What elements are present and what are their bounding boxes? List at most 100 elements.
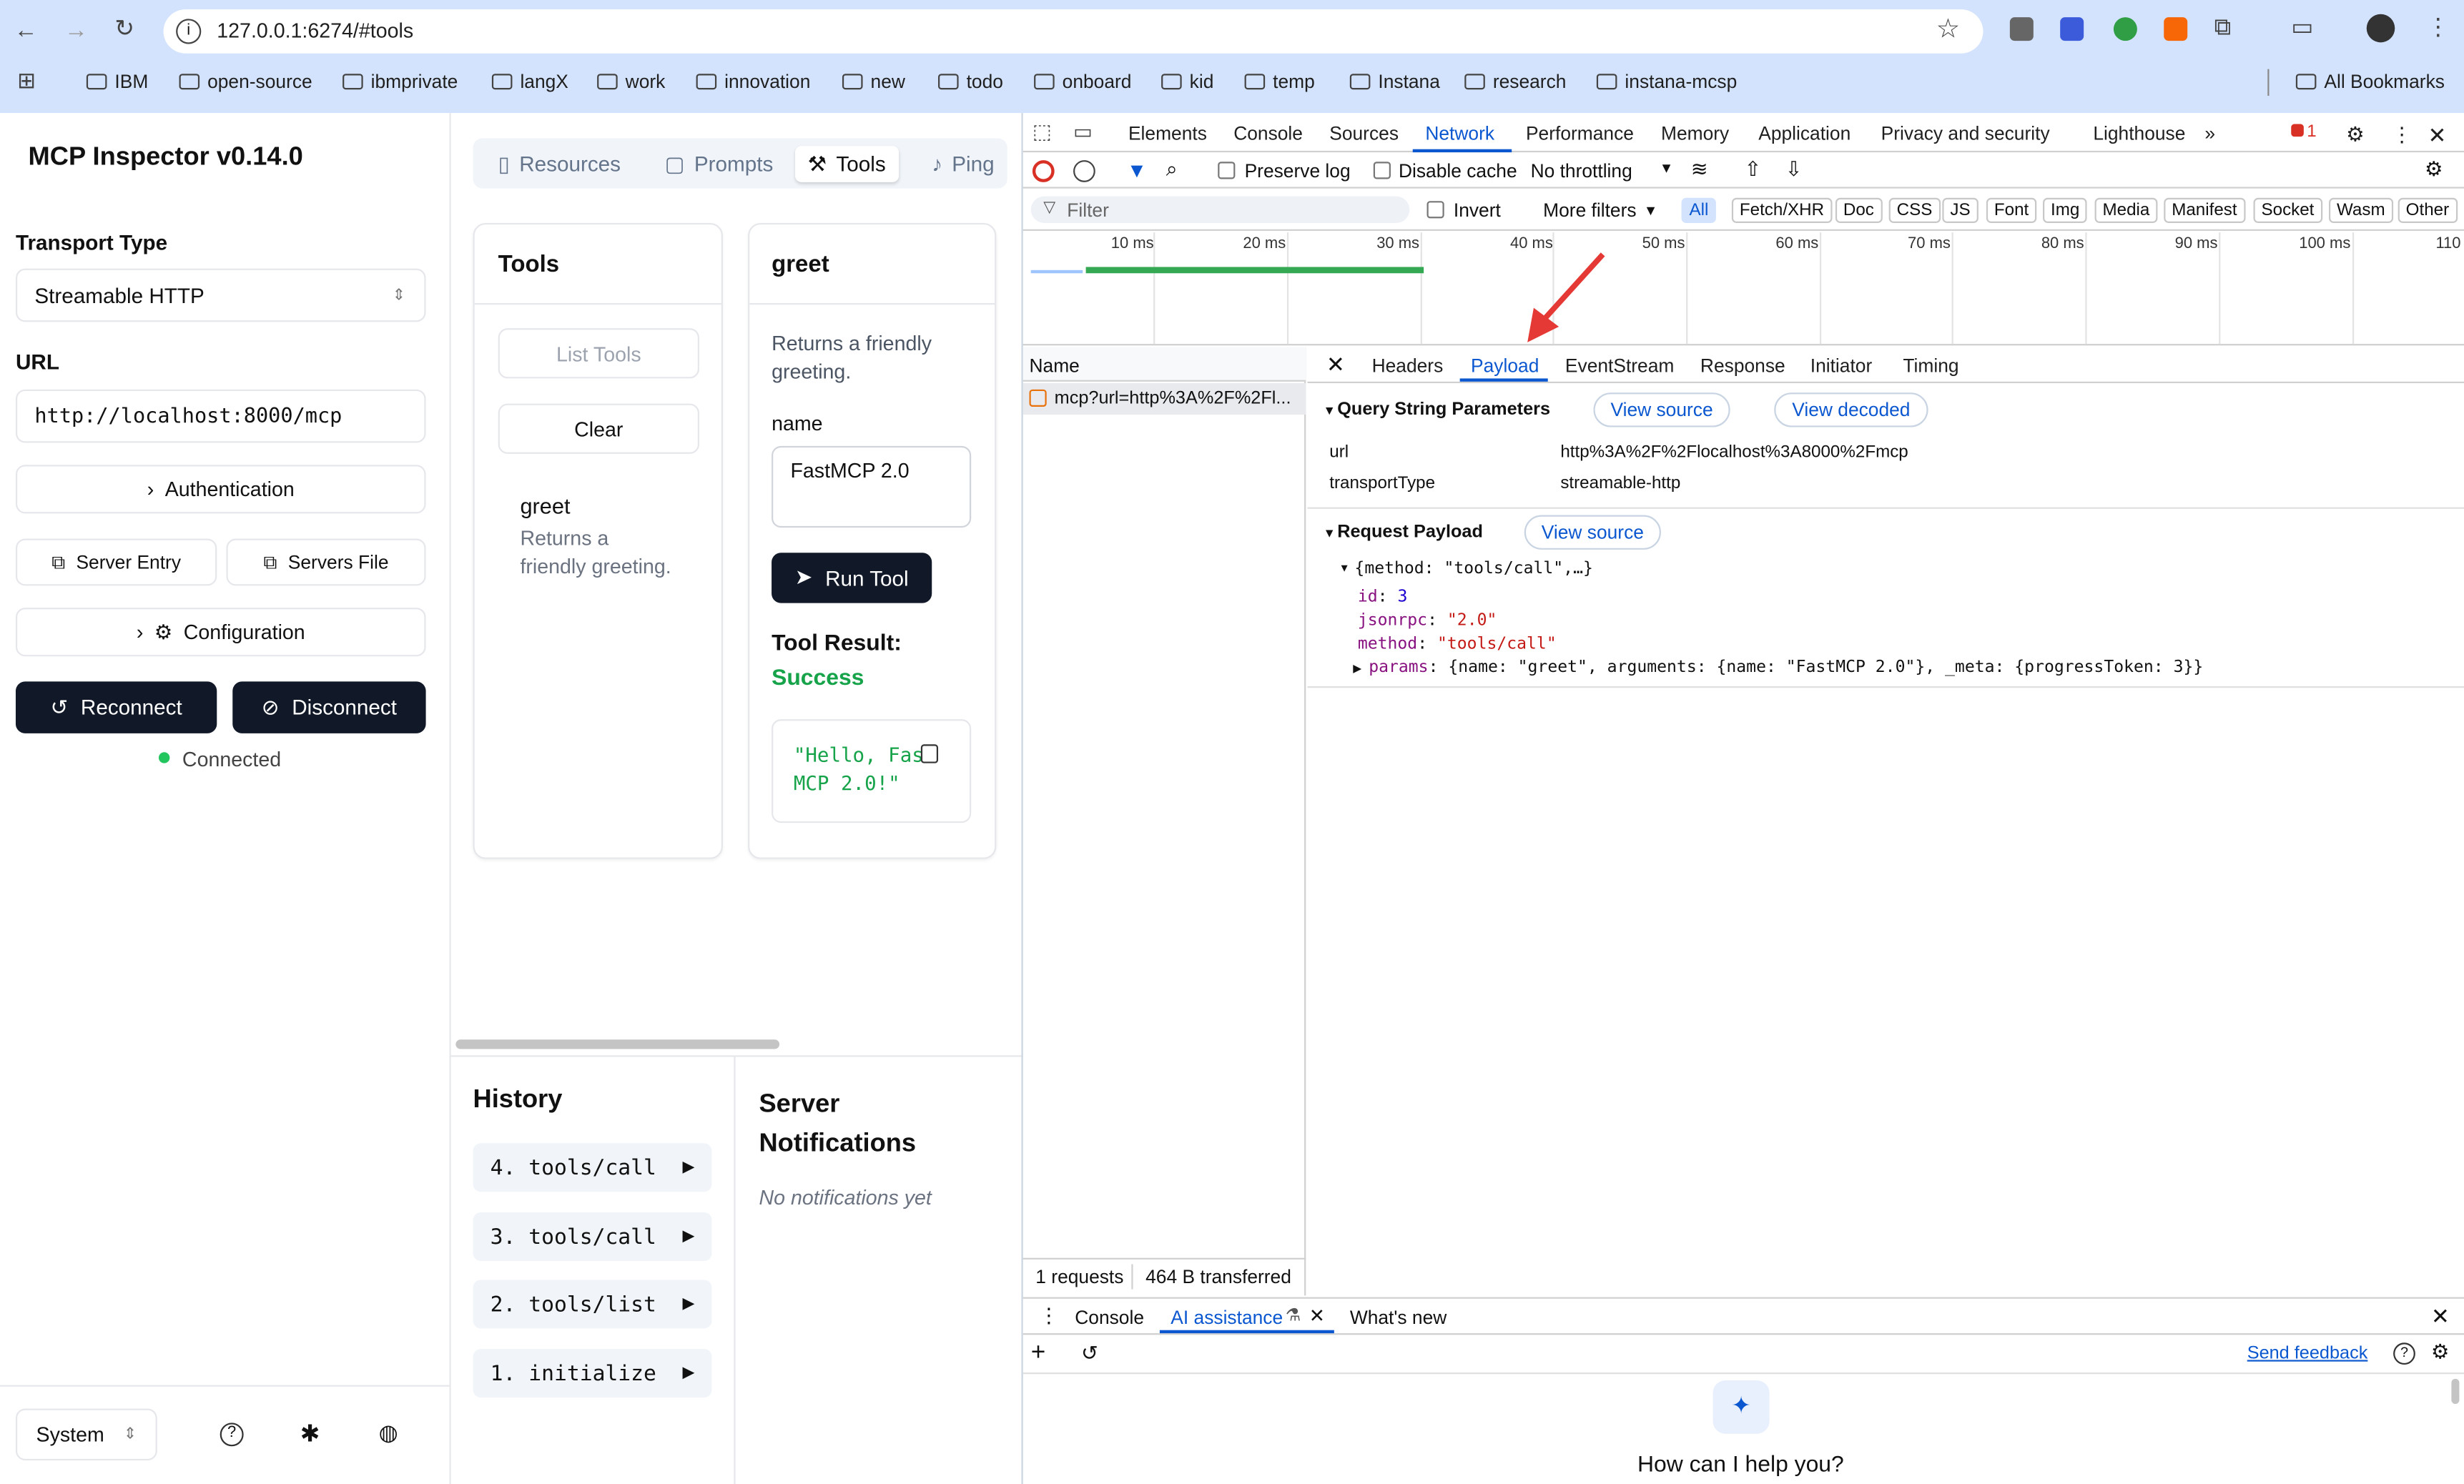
- transport-select[interactable]: Streamable HTTP ⇕: [15, 268, 426, 322]
- expand-caret-icon[interactable]: ▼: [1339, 564, 1349, 575]
- extension-metamask-icon[interactable]: [2164, 17, 2188, 41]
- detail-tab-headers[interactable]: Headers: [1372, 355, 1444, 377]
- history-item[interactable]: 3. tools/call ▶: [473, 1212, 712, 1262]
- timeline-overview[interactable]: [1022, 229, 2464, 346]
- bookmark-folder[interactable]: work: [597, 71, 665, 93]
- inspect-element-icon[interactable]: ⬚: [1033, 121, 1052, 142]
- new-chat-plus-icon[interactable]: +: [1031, 1340, 1046, 1368]
- device-toolbar-icon[interactable]: ▭: [1073, 121, 1093, 142]
- network-conditions-icon[interactable]: ≋: [1691, 157, 1708, 182]
- puzzle-extensions-icon[interactable]: ⧉: [2214, 16, 2232, 39]
- github-icon[interactable]: ◍: [379, 1420, 398, 1446]
- copy-icon[interactable]: [920, 744, 939, 763]
- extension-docs-icon[interactable]: [2060, 17, 2084, 41]
- devtools-tab-application[interactable]: Application: [1758, 122, 1851, 144]
- throttling-select[interactable]: No throttling: [1531, 160, 1632, 182]
- clear-log-icon[interactable]: [1073, 160, 1095, 182]
- invert-checkbox[interactable]: [1426, 201, 1444, 219]
- filter-chip-manifest[interactable]: Manifest: [2164, 197, 2245, 223]
- bookmark-folder[interactable]: instana-mcsp: [1596, 71, 1737, 93]
- back-arrow-icon[interactable]: ←: [14, 19, 38, 42]
- horizontal-scrollbar[interactable]: [455, 1039, 780, 1049]
- expand-caret-icon[interactable]: ▶: [1353, 663, 1361, 675]
- record-stop-icon[interactable]: [1032, 160, 1055, 182]
- filter-funnel-icon[interactable]: ▼: [1127, 159, 1147, 182]
- close-detail-icon[interactable]: ✕: [1326, 352, 1345, 378]
- qsp-section-title[interactable]: Query String Parameters: [1337, 400, 1550, 419]
- devtools-tab-sources[interactable]: Sources: [1329, 122, 1399, 144]
- tab-ping[interactable]: ♪ Ping: [920, 146, 1007, 182]
- devtools-tab-performance[interactable]: Performance: [1526, 122, 1634, 144]
- bookmark-folder[interactable]: innovation: [696, 71, 810, 93]
- kebab-menu-icon[interactable]: ⋮: [2392, 122, 2413, 147]
- apps-grid-icon[interactable]: ⊞: [17, 69, 36, 91]
- filter-chip-img[interactable]: Img: [2043, 197, 2088, 223]
- devtools-tab-lighthouse[interactable]: Lighthouse: [2093, 122, 2185, 144]
- url-text[interactable]: 127.0.0.1:6274/#tools: [217, 19, 413, 42]
- bookmark-folder[interactable]: todo: [938, 71, 1003, 93]
- bookmark-folder[interactable]: onboard: [1034, 71, 1131, 93]
- devtools-tab-privacy[interactable]: Privacy and security: [1881, 122, 2050, 144]
- payload-summary[interactable]: {method: "tools/call",…}: [1354, 559, 1592, 578]
- drawer-tab-console[interactable]: Console: [1075, 1307, 1144, 1329]
- kebab-menu-icon[interactable]: ⋮: [2426, 16, 2450, 39]
- disable-cache-checkbox[interactable]: [1373, 162, 1391, 179]
- network-settings-icon[interactable]: ⚙: [2425, 157, 2443, 182]
- name-column-header[interactable]: Name: [1029, 355, 1079, 377]
- servers-file-button[interactable]: ⧉ Servers File: [226, 538, 426, 586]
- settings-gear-icon[interactable]: ⚙: [2346, 122, 2365, 147]
- more-filters-button[interactable]: More filters: [1543, 199, 1636, 222]
- bug-icon[interactable]: ✱: [300, 1420, 320, 1448]
- run-tool-button[interactable]: ➤ Run Tool: [772, 553, 932, 603]
- authentication-button[interactable]: › Authentication: [15, 465, 426, 514]
- detail-tab-eventstream[interactable]: EventStream: [1565, 355, 1674, 377]
- request-name[interactable]: mcp?url=http%3A%2F%2Fl...: [1055, 390, 1291, 408]
- history-item[interactable]: 2. tools/list ▶: [473, 1280, 712, 1329]
- more-tabs-icon[interactable]: »: [2204, 122, 2215, 144]
- request-payload-title[interactable]: Request Payload: [1337, 523, 1483, 542]
- detail-tab-response[interactable]: Response: [1700, 355, 1785, 377]
- disconnect-button[interactable]: ⊘ Disconnect: [232, 681, 426, 733]
- drawer-tab-whats-new[interactable]: What's new: [1350, 1307, 1447, 1329]
- bookmark-star-icon[interactable]: ☆: [1936, 16, 1961, 42]
- drawer-menu-icon[interactable]: ⋮: [1039, 1303, 1060, 1328]
- list-tools-button[interactable]: List Tools: [498, 328, 699, 379]
- bookmark-folder[interactable]: Instana: [1349, 71, 1440, 93]
- cast-icon[interactable]: ▭: [2291, 16, 2313, 39]
- extension-evernote-icon[interactable]: [2113, 17, 2137, 41]
- filter-chip-js[interactable]: JS: [1942, 197, 1978, 223]
- expand-caret-icon[interactable]: ▼: [1323, 404, 1335, 418]
- history-item[interactable]: 1. initialize ▶: [473, 1349, 712, 1398]
- filter-chip-css[interactable]: CSS: [1888, 197, 1941, 223]
- vertical-scrollbar[interactable]: [2451, 1378, 2460, 1404]
- server-entry-button[interactable]: ⧉ Server Entry: [15, 538, 217, 586]
- bookmark-folder[interactable]: research: [1464, 71, 1566, 93]
- devtools-tab-elements[interactable]: Elements: [1128, 122, 1207, 144]
- history-item[interactable]: 4. tools/call ▶: [473, 1143, 712, 1192]
- tab-prompts[interactable]: ▢ Prompts: [652, 146, 786, 182]
- tab-tools[interactable]: ⚒ Tools: [795, 146, 899, 182]
- tool-item-desc[interactable]: Returns a friendly greeting.: [520, 525, 677, 581]
- tool-item-name[interactable]: greet: [520, 493, 570, 518]
- close-drawer-icon[interactable]: ✕: [2431, 1303, 2450, 1330]
- history-clock-icon[interactable]: ↺: [1081, 1341, 1098, 1366]
- view-source-button[interactable]: View source: [1524, 515, 1661, 550]
- close-tab-icon[interactable]: ✕: [1309, 1305, 1325, 1327]
- filter-chip-other[interactable]: Other: [2398, 197, 2458, 223]
- help-icon[interactable]: ?: [2393, 1342, 2415, 1365]
- view-source-button[interactable]: View source: [1593, 392, 1730, 427]
- preserve-log-checkbox[interactable]: [1218, 162, 1236, 179]
- filter-chip-fetch[interactable]: Fetch/XHR: [1731, 197, 1833, 223]
- filter-chip-font[interactable]: Font: [1986, 197, 2037, 223]
- filter-chip-socket[interactable]: Socket: [2253, 197, 2322, 223]
- param-name-input[interactable]: FastMCP 2.0: [772, 445, 972, 528]
- url-input[interactable]: http://localhost:8000/mcp: [15, 389, 426, 443]
- detail-tab-initiator[interactable]: Initiator: [1810, 355, 1873, 377]
- drawer-tab-ai[interactable]: AI assistance: [1171, 1307, 1283, 1329]
- profile-avatar-icon[interactable]: [2366, 14, 2395, 43]
- search-icon[interactable]: ⌕: [1166, 157, 1178, 182]
- bookmark-folder[interactable]: langX: [491, 71, 568, 93]
- filter-chip-doc[interactable]: Doc: [1835, 197, 1882, 223]
- bookmark-folder[interactable]: ibmprivate: [343, 71, 458, 93]
- devtools-tab-memory[interactable]: Memory: [1661, 122, 1729, 144]
